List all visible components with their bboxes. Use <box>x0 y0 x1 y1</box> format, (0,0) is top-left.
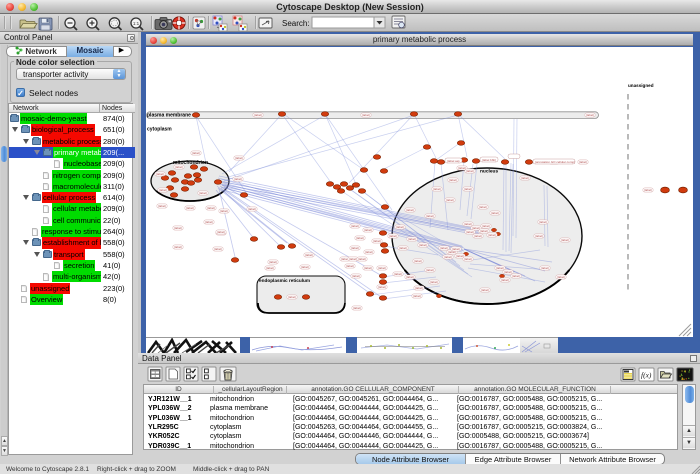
svg-text:1:1: 1:1 <box>133 21 140 26</box>
svg-text:(label aa): (label aa) <box>447 159 460 163</box>
svg-text:(label bbb): (label bbb) <box>482 158 496 162</box>
svg-text:(annotation.GO cellular comp): (annotation.GO cellular comp) <box>535 160 575 164</box>
svg-text:plasma membrane: plasma membrane <box>147 113 191 119</box>
svg-text:f(x): f(x) <box>641 371 652 380</box>
svg-text:mitochondrion: mitochondrion <box>173 160 208 166</box>
svg-text:unassigned: unassigned <box>628 83 654 88</box>
svg-text:cytoplasm: cytoplasm <box>147 127 172 133</box>
svg-text:nucleus: nucleus <box>480 169 498 175</box>
svg-text:endoplasmic reticulum: endoplasmic reticulum <box>259 278 310 283</box>
svg-text:Search:: Search: <box>282 19 310 28</box>
